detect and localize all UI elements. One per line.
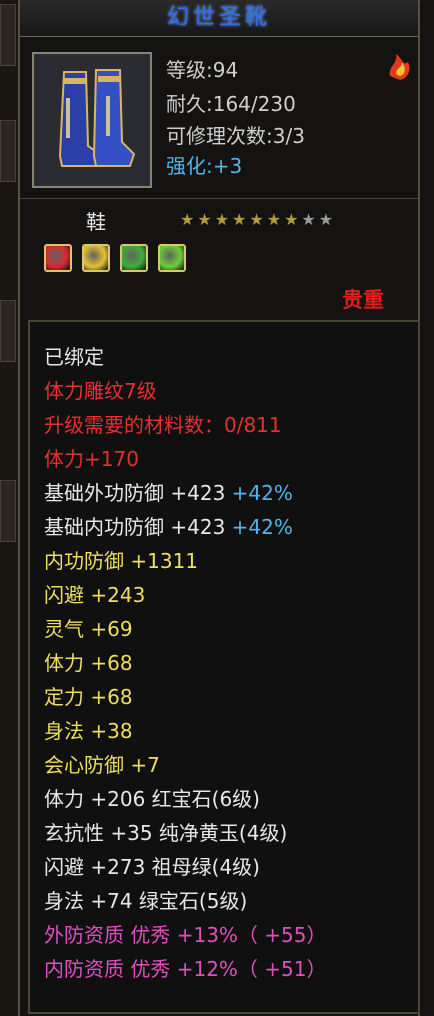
enhance-value: +3 [212, 154, 243, 178]
base-inner-defense: 基础内功防御 +423 +42% [44, 512, 293, 542]
divider [20, 198, 418, 199]
star-filled-icon: ★ [284, 210, 302, 229]
attribute-list: 已绑定 体力雕纹7级 升级需要的材料数：0/811 体力+170 基础外功防御 … [28, 320, 420, 1014]
star-filled-icon: ★ [249, 210, 267, 229]
agility: 身法 +38 [44, 719, 133, 743]
item-repair-count: 可修理次数:3/3 [166, 124, 305, 148]
yellow-gem-icon [82, 244, 110, 272]
star-empty-icon: ★ [301, 210, 319, 229]
base-outer-defense-percent: +42% [231, 481, 293, 505]
item-tooltip-panel: 幻世圣靴 等级:94 耐久:164/230 可修理次数:3/3 强化:+3 鞋 … [18, 0, 420, 1016]
star-filled-icon: ★ [232, 210, 250, 229]
left-ui-fragment [0, 480, 16, 542]
left-ui-fragment [0, 300, 16, 362]
left-ui-fragment [0, 4, 16, 66]
base-outer-defense: 基础外功防御 +423 +42% [44, 478, 293, 508]
outer-defense-quality: 外防资质 优秀 +13%（ +55） [44, 923, 327, 947]
green-gem-icon [120, 244, 148, 272]
gem-socket-1: 体力 +206 红宝石(6级) [44, 787, 260, 811]
star-filled-icon: ★ [197, 210, 215, 229]
base-outer-defense-value: 基础外功防御 +423 [44, 481, 226, 505]
enhance-stars: ★★★★★★★★★ [180, 210, 336, 229]
inner-defense-quality: 内防资质 优秀 +12%（ +51） [44, 957, 327, 981]
crit-defense: 会心防御 +7 [44, 753, 160, 777]
upgrade-materials: 升级需要的材料数：0/811 [44, 413, 282, 437]
gem-socket-3: 闪避 +273 祖母绿(4级) [44, 855, 260, 879]
item-icon-frame [32, 52, 152, 188]
enhance-label: 强化: [166, 154, 213, 178]
gem-socket-4: 身法 +74 绿宝石(5级) [44, 889, 248, 913]
emerald-gem-icon [158, 244, 186, 272]
boots-icon [58, 69, 136, 167]
rarity-label: 贵重 [342, 288, 384, 312]
stamina: 体力 +68 [44, 651, 133, 675]
engrave-level: 体力雕纹7级 [44, 379, 157, 403]
star-filled-icon: ★ [214, 210, 233, 229]
item-title: 幻世圣靴 [20, 0, 418, 37]
item-enhance: 强化:+3 [166, 154, 242, 178]
concentration: 定力 +68 [44, 685, 133, 709]
left-ui-fragment [0, 120, 16, 182]
base-inner-defense-percent: +42% [231, 515, 293, 539]
base-inner-defense-value: 基础内功防御 +423 [44, 515, 226, 539]
star-empty-icon: ★ [318, 210, 337, 229]
inner-defense: 内功防御 +1311 [44, 549, 199, 573]
left-background-strip [0, 0, 20, 1016]
dodge: 闪避 +243 [44, 583, 146, 607]
spirit: 灵气 +69 [44, 617, 133, 641]
gem-socket-2: 玄抗性 +35 纯净黄玉(4级) [44, 821, 288, 845]
slot-type: 鞋 [86, 210, 106, 234]
flame-emblem-icon [389, 54, 410, 80]
bound-status: 已绑定 [44, 345, 104, 369]
red-gem-icon [44, 244, 72, 272]
item-durability: 耐久:164/230 [166, 92, 296, 116]
star-filled-icon: ★ [266, 210, 285, 229]
engrave-stamina-bonus: 体力+170 [44, 447, 139, 471]
item-level: 等级:94 [166, 58, 239, 82]
star-filled-icon: ★ [180, 210, 198, 229]
